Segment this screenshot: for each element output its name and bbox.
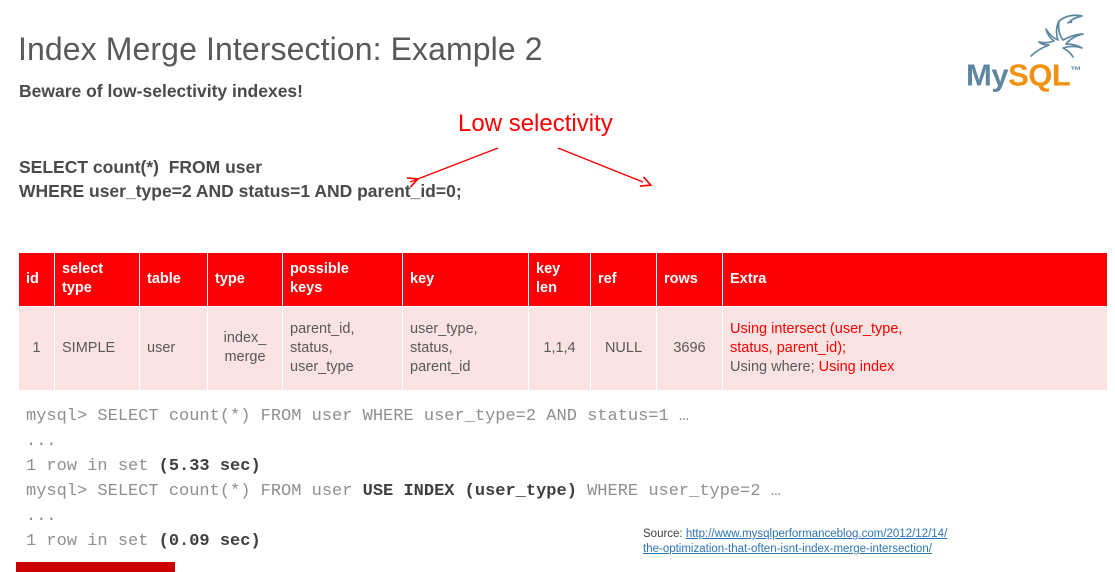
extra-line-3-using-index: Using index	[818, 358, 895, 375]
column-header-key-len: key len	[528, 252, 591, 307]
extra-line-3-using-where: Using where;	[730, 358, 819, 375]
wordmark-sql: SQL	[1008, 57, 1071, 93]
column-header-select-type: select type	[54, 252, 140, 307]
cell-key: user_type, status, parent_id	[402, 306, 529, 391]
cell-rows: 3696	[656, 306, 723, 391]
cell-possible-keys: parent_id, status, user_type	[282, 306, 403, 391]
cell-id: 1	[18, 306, 55, 391]
source-citation: Source: http://www.mysqlperformanceblog.…	[643, 527, 1113, 557]
console-line-5: ...	[26, 507, 57, 526]
explain-output-table: id select type table type possible keys …	[18, 252, 1108, 391]
cell-ref: NULL	[590, 306, 657, 391]
column-header-id: id	[18, 252, 55, 307]
arrow-right	[557, 147, 643, 182]
cell-extra: Using intersect (user_type, status, pare…	[722, 306, 1108, 391]
console-line-3-timing: (5.33 sec)	[158, 457, 261, 476]
console-line-1: mysql> SELECT count(*) FROM user WHERE u…	[26, 407, 690, 426]
sql-query-block: SELECT count(*) FROM user WHERE user_type…	[19, 155, 462, 203]
sql-query-line-1: SELECT count(*) FROM user	[19, 157, 263, 177]
console-line-4-text: mysql> SELECT count(*) FROM user	[26, 482, 363, 501]
source-link-line-1[interactable]: http://www.mysqlperformanceblog.com/2012…	[686, 528, 947, 540]
column-header-type: type	[207, 252, 283, 307]
extra-line-2: status, parent_id);	[730, 339, 847, 356]
cell-key-len: 1,1,4	[528, 306, 591, 391]
sql-query-line-2: WHERE user_type=2 AND status=1 AND paren…	[19, 181, 462, 201]
table-row: 1 SIMPLE user index_ merge parent_id, st…	[18, 306, 1108, 391]
console-line-6-text: 1 row in set	[26, 532, 159, 551]
mysql-wordmark: MySQL™	[966, 54, 1081, 92]
column-header-key: key	[402, 252, 529, 307]
cell-type: index_ merge	[207, 306, 283, 391]
console-line-3-text: 1 row in set	[26, 457, 159, 476]
page-title: Index Merge Intersection: Example 2	[18, 31, 543, 67]
column-header-rows: rows	[656, 252, 723, 307]
dolphin-icon	[1030, 14, 1084, 58]
wordmark-trademark: ™	[1070, 65, 1081, 77]
column-header-extra: Extra	[722, 252, 1108, 307]
console-line-6-timing: (0.09 sec)	[158, 532, 261, 551]
console-line-2: ...	[26, 432, 57, 451]
table-header-row: id select type table type possible keys …	[18, 252, 1108, 307]
console-line-4-tail: WHERE user_type=2 …	[576, 482, 781, 501]
console-line-4-use-index: USE INDEX (user_type)	[362, 482, 577, 501]
column-header-possible-keys: possible keys	[282, 252, 403, 307]
cell-select-type: SIMPLE	[54, 306, 140, 391]
extra-line-1: Using intersect (user_type,	[730, 320, 903, 337]
bottom-accent-bar	[16, 562, 175, 572]
source-link-line-2[interactable]: the-optimization-that-often-isnt-index-m…	[643, 543, 932, 555]
column-header-ref: ref	[590, 252, 657, 307]
low-selectivity-annotation: Low selectivity	[458, 110, 613, 137]
slide-subtitle: Beware of low-selectivity indexes!	[19, 81, 303, 101]
cell-table: user	[139, 306, 208, 391]
column-header-table: table	[139, 252, 208, 307]
source-label: Source:	[643, 528, 686, 540]
mysql-logo: MySQL™	[963, 12, 1103, 92]
wordmark-my: My	[966, 57, 1009, 93]
